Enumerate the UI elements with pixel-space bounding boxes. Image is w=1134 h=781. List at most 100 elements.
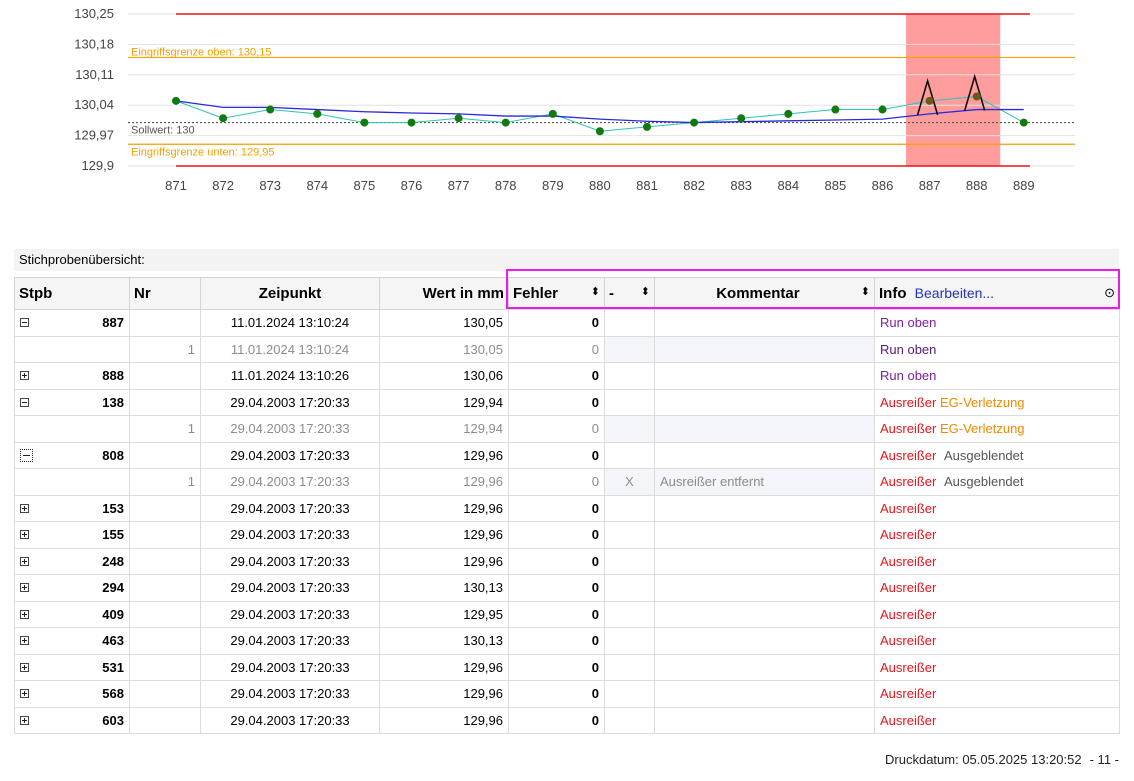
x-tick-label: 889 [1013, 178, 1035, 193]
info-tag: Ausreißer [880, 686, 937, 702]
table-row[interactable]: 155 29.04.2003 17:20:33 129,96 0 Ausreißer [14, 521, 1120, 549]
cell-wert: 129,94 [379, 415, 509, 443]
sort-updown-icon[interactable]: ⬍ [861, 285, 870, 298]
col-header-fehler-label: Fehler [513, 285, 559, 302]
col-header-kommentar-label: Kommentar [716, 285, 800, 302]
cell-zeitpunkt: 29.04.2003 17:20:33 [200, 627, 380, 655]
x-tick-label: 876 [401, 178, 423, 193]
table-child-row[interactable]: 1 29.04.2003 17:20:33 129,96 0 X Ausreißer en… [14, 468, 1120, 496]
cell-nr [129, 441, 201, 469]
cell-nr [129, 574, 201, 602]
table-child-row[interactable]: 1 29.04.2003 17:20:33 129,94 0 Ausreißer EG-… [14, 415, 1120, 443]
col-header-minus[interactable]: - ⬍ [604, 277, 655, 310]
cell-minus [604, 600, 655, 628]
expand-icon[interactable] [20, 715, 29, 725]
expand-icon[interactable] [20, 609, 29, 619]
table-row[interactable]: 808 29.04.2003 17:20:33 129,96 0 Ausreißer A… [14, 441, 1120, 469]
cell-fehler: 0 [508, 627, 605, 655]
col-header-nr[interactable]: Nr [129, 277, 201, 310]
cell-wert: 130,13 [379, 574, 509, 602]
cell-wert: 129,96 [379, 653, 509, 681]
expand-icon[interactable] [20, 530, 29, 540]
cell-wert: 130,13 [379, 627, 509, 655]
table-row[interactable]: 153 29.04.2003 17:20:33 129,96 0 Ausreißer [14, 494, 1120, 522]
x-tick-label: 875 [354, 178, 376, 193]
col-header-wert[interactable]: Wert in mm [379, 277, 509, 310]
cell-stpb: 155 [14, 521, 130, 549]
chevron-down-circle-icon[interactable]: ⊙ [1104, 285, 1115, 301]
col-header-kommentar[interactable]: Kommentar ⬍ [654, 277, 875, 310]
cell-minus [604, 388, 655, 416]
cell-minus [604, 521, 655, 549]
cell-zeitpunkt: 29.04.2003 17:20:33 [200, 388, 380, 416]
cell-info: Ausreißer Ausgeblendet [874, 441, 1120, 469]
expand-icon[interactable] [20, 556, 29, 566]
cell-info: Ausreißer [874, 653, 1120, 681]
cell-stpb [14, 335, 130, 363]
cell-wert: 129,94 [379, 388, 509, 416]
table-row[interactable]: 888 11.01.2024 13:10:26 130,06 0 Run oben [14, 362, 1120, 390]
table-row[interactable]: 603 29.04.2003 17:20:33 129,96 0 Ausreißer [14, 706, 1120, 734]
cell-fehler: 0 [508, 494, 605, 522]
info-tag: Ausreißer [880, 447, 937, 463]
info-tag: Ausreißer [880, 580, 937, 596]
cell-kommentar [654, 415, 875, 443]
sort-updown-icon[interactable]: ⬍ [591, 285, 600, 298]
cell-nr: 1 [129, 415, 201, 443]
col-header-minus-label: - [609, 285, 614, 302]
cell-stpb: 887 [14, 309, 130, 337]
col-header-fehler[interactable]: Fehler ⬍ [508, 277, 605, 310]
table-row[interactable]: 463 29.04.2003 17:20:33 130,13 0 Ausreißer [14, 627, 1120, 655]
x-tick-label: 884 [777, 178, 799, 193]
table-row[interactable]: 568 29.04.2003 17:20:33 129,96 0 Ausreißer [14, 680, 1120, 708]
table-row[interactable]: 294 29.04.2003 17:20:33 130,13 0 Ausreißer [14, 574, 1120, 602]
expand-icon[interactable] [20, 636, 29, 646]
cell-minus [604, 362, 655, 390]
table-row[interactable]: 887 11.01.2024 13:10:24 130,05 0 Run oben [14, 309, 1120, 337]
cell-kommentar [654, 600, 875, 628]
expand-icon[interactable] [20, 583, 29, 593]
col-header-info[interactable]: Info Bearbeiten... ⊙ [874, 277, 1120, 310]
col-header-info-label: Info [879, 285, 907, 302]
cell-info: Ausreißer [874, 600, 1120, 628]
table-row[interactable]: 409 29.04.2003 17:20:33 129,95 0 Ausreißer [14, 600, 1120, 628]
info-tag: Ausreißer [880, 527, 937, 543]
cell-wert: 130,05 [379, 335, 509, 363]
cell-stpb: 463 [14, 627, 130, 655]
x-tick-label: 883 [730, 178, 752, 193]
x-tick-label: 879 [542, 178, 564, 193]
cell-nr: 1 [129, 468, 201, 496]
collapse-icon[interactable] [20, 448, 33, 462]
info-tag: EG-Verletzung [939, 394, 1025, 410]
table-row[interactable]: 138 29.04.2003 17:20:33 129,94 0 Ausreißer E… [14, 388, 1120, 416]
col-header-zeitpunkt[interactable]: Zeipunkt [200, 277, 380, 310]
expand-icon[interactable] [20, 503, 29, 513]
table-row[interactable]: 531 29.04.2003 17:20:33 129,96 0 Ausreißer [14, 653, 1120, 681]
table-child-row[interactable]: 1 11.01.2024 13:10:24 130,05 0 Run oben [14, 335, 1120, 363]
x-tick-label: 871 [165, 178, 187, 193]
data-point [831, 105, 840, 114]
col-header-stpb-label: Stpb [19, 285, 53, 302]
sort-updown-icon[interactable]: ⬍ [641, 285, 650, 298]
col-header-stpb[interactable]: Stpb [14, 277, 130, 310]
edit-info-link[interactable]: Bearbeiten... [915, 285, 994, 301]
collapse-icon[interactable] [20, 318, 29, 328]
expand-icon[interactable] [20, 371, 29, 381]
cell-info: Ausreißer EG-Verletzung [874, 388, 1120, 416]
collapse-icon[interactable] [20, 397, 29, 407]
cell-fehler: 0 [508, 441, 605, 469]
table-row[interactable]: 248 29.04.2003 17:20:33 129,96 0 Ausreißer [14, 547, 1120, 575]
info-tag: Run oben [880, 315, 937, 331]
cell-zeitpunkt: 11.01.2024 13:10:24 [200, 335, 380, 363]
data-point [266, 105, 275, 114]
cell-fehler: 0 [508, 680, 605, 708]
info-tag: Ausreißer [880, 421, 937, 437]
expand-icon[interactable] [20, 662, 29, 672]
cell-kommentar [654, 441, 875, 469]
series-line [175, 100, 1024, 124]
info-tag: Run oben [880, 341, 937, 357]
x-tick-label: 881 [636, 178, 658, 193]
x-tick-label: 880 [589, 178, 611, 193]
expand-icon[interactable] [20, 689, 29, 699]
x-tick-label: 887 [919, 178, 941, 193]
